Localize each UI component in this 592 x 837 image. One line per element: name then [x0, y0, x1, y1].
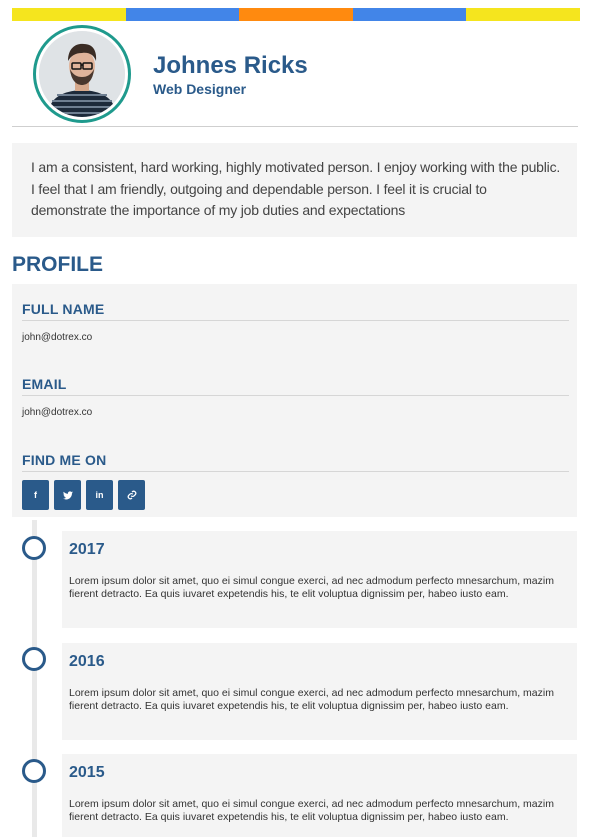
header-divider — [12, 126, 578, 127]
timeline-entry: 2015 Lorem ipsum dolor sit amet, quo ei … — [62, 754, 577, 837]
link-button[interactable] — [118, 480, 145, 510]
color-bar-segment — [12, 8, 126, 21]
timeline-year: 2016 — [69, 653, 105, 670]
full-name-value: john@dotrex.co — [22, 332, 93, 343]
avatar-photo — [39, 31, 125, 117]
profile-role: Web Designer — [153, 81, 247, 97]
profile-panel: FULL NAME john@dotrex.co EMAIL john@dotr… — [12, 284, 577, 517]
link-icon — [127, 490, 136, 500]
timeline-track — [32, 520, 37, 837]
find-me-label: FIND ME ON — [22, 452, 107, 468]
timeline-description: Lorem ipsum dolor sit amet, quo ei simul… — [69, 798, 554, 823]
timeline-entry: 2016 Lorem ipsum dolor sit amet, quo ei … — [62, 643, 577, 740]
linkedin-button[interactable]: in — [86, 480, 113, 510]
email-label: EMAIL — [22, 376, 67, 392]
timeline-year: 2015 — [69, 764, 105, 781]
color-bar-segment — [352, 8, 467, 21]
timeline-marker — [22, 647, 46, 671]
about-line: I am a consistent, hard working, highly … — [31, 159, 561, 175]
field-divider — [22, 395, 569, 396]
facebook-icon: f — [34, 490, 37, 500]
timeline-year: 2017 — [69, 541, 105, 558]
about-line: I feel that I am friendly, outgoing and … — [31, 180, 487, 197]
timeline-entry: 2017 Lorem ipsum dolor sit amet, quo ei … — [62, 531, 577, 628]
profile-section-title: PROFILE — [12, 253, 104, 276]
field-divider — [22, 471, 569, 472]
timeline-description: Lorem ipsum dolor sit amet, quo ei simul… — [69, 687, 554, 712]
email-value: john@dotrex.co — [22, 407, 93, 418]
about-box: I am a consistent, hard working, highly … — [12, 143, 577, 237]
about-line: demonstrate the importance of my job dut… — [31, 202, 405, 218]
avatar — [33, 25, 131, 123]
social-links: f in — [22, 480, 145, 510]
color-bar-segment — [239, 8, 353, 21]
top-color-bar — [12, 8, 580, 21]
facebook-button[interactable]: f — [22, 480, 49, 510]
twitter-button[interactable] — [54, 480, 81, 510]
field-divider — [22, 320, 569, 321]
color-bar-segment — [466, 8, 580, 21]
timeline-marker — [22, 536, 46, 560]
timeline-description: Lorem ipsum dolor sit amet, quo ei simul… — [69, 575, 554, 600]
timeline-marker — [22, 759, 46, 783]
full-name-label: FULL NAME — [22, 301, 105, 317]
linkedin-icon: in — [95, 490, 104, 500]
color-bar-segment — [125, 8, 240, 21]
profile-name: Johnes Ricks — [153, 52, 308, 79]
twitter-icon — [62, 490, 73, 499]
